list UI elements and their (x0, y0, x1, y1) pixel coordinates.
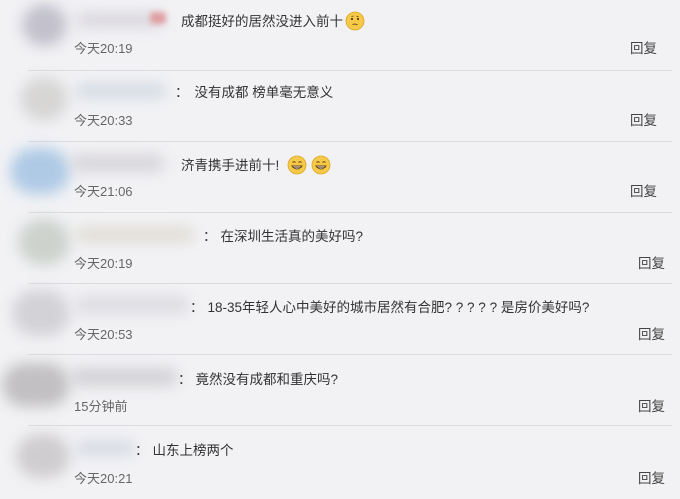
comment-time: 今天20:21 (74, 471, 133, 486)
reply-button[interactable]: 回复 (630, 184, 657, 200)
comment-item: 成都挺好的居然没进入前十 今天20:19 回复 (0, 0, 680, 71)
avatar (12, 290, 70, 336)
reply-button[interactable]: 回复 (638, 399, 665, 415)
comment-text: 成都挺好的居然没进入前十 (181, 11, 365, 32)
reply-button[interactable]: 回复 (638, 256, 665, 272)
comment-item: 济青携手进前十! 今天21:06 回复 (0, 142, 680, 213)
grin-emoji-icon (311, 155, 331, 175)
avatar (18, 219, 70, 265)
reply-button[interactable]: 回复 (630, 113, 657, 129)
reply-button[interactable]: 回复 (630, 41, 657, 57)
avatar (22, 4, 67, 46)
comment-item: ： 18-35年轻人心中美好的城市居然有合肥? ? ? ? ? 是房价美好吗? 今… (0, 284, 680, 355)
username (75, 296, 190, 314)
username (70, 368, 178, 386)
username (75, 226, 195, 243)
username (70, 154, 165, 172)
reply-button[interactable]: 回复 (638, 327, 665, 343)
grin-emoji-icon (287, 155, 307, 175)
comment-text: ： 18-35年轻人心中美好的城市居然有合肥? ? ? ? ? 是房价美好吗? (190, 300, 590, 315)
comment-text: ：没有成都 榜单毫无意义 (175, 85, 334, 100)
comment-time: 今天21:06 (74, 184, 133, 199)
avatar (16, 434, 70, 478)
comment-text: 济青携手进前十! (181, 155, 331, 176)
comment-item: ：在深圳生活真的美好吗? 今天20:19 回复 (0, 213, 680, 284)
thinking-emoji-icon (345, 11, 365, 31)
avatar (10, 148, 70, 194)
username (75, 440, 135, 456)
comment-time: 今天20:19 (74, 256, 133, 271)
avatar (20, 77, 68, 121)
username-tag (150, 12, 166, 24)
comment-time: 15分钟前 (74, 399, 128, 414)
comment-item: ：没有成都 榜单毫无意义 今天20:33 回复 (0, 71, 680, 142)
comment-text: ：山东上榜两个 (135, 443, 234, 458)
comment-text: ：在深圳生活真的美好吗? (203, 229, 364, 244)
avatar (2, 363, 70, 407)
username (75, 83, 167, 99)
comment-time: 今天20:33 (74, 113, 133, 128)
comment-item: ：竟然没有成都和重庆吗? 15分钟前 回复 (0, 355, 680, 426)
reply-button[interactable]: 回复 (638, 471, 665, 487)
comment-item: ：山东上榜两个 今天20:21 回复 (0, 426, 680, 497)
comment-text: ：竟然没有成都和重庆吗? (178, 372, 339, 387)
comment-time: 今天20:53 (74, 327, 133, 342)
comment-time: 今天20:19 (74, 41, 133, 56)
